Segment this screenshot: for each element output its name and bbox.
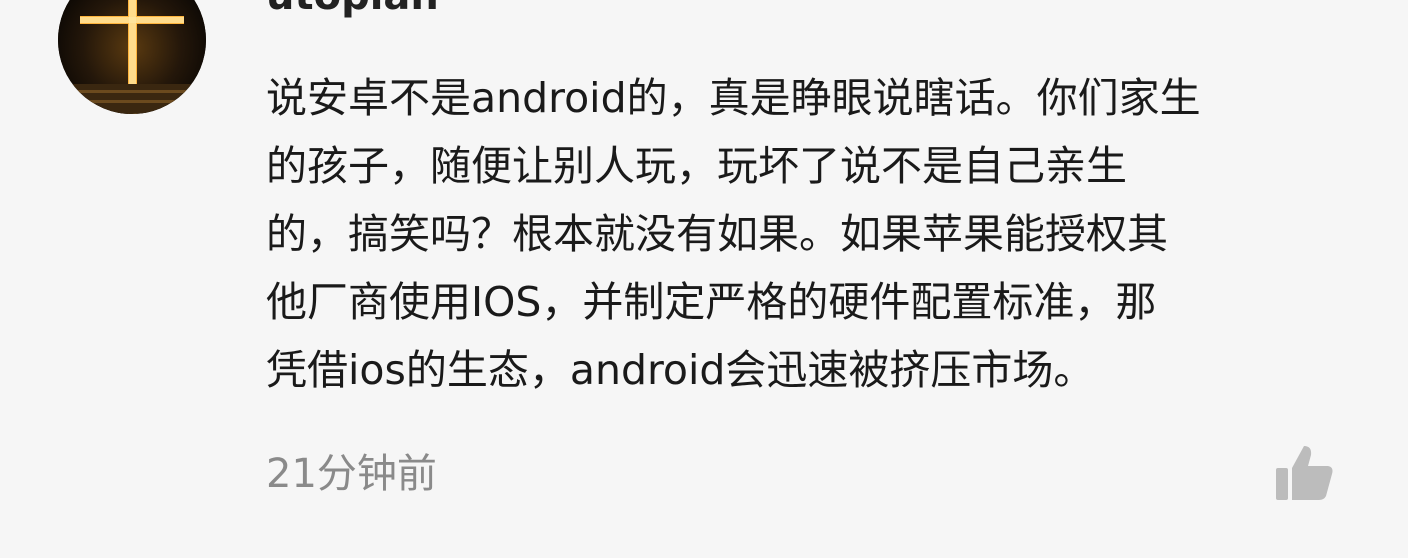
comment-body-line: 的孩子，随便让别人玩，玩坏了说不是自己亲生 [266, 142, 1127, 190]
comment-body-line: 说安卓不是android的，真是睁眼说瞎话。你们家生 [266, 74, 1201, 122]
username[interactable]: utopian [266, 0, 439, 20]
like-button[interactable] [1272, 440, 1336, 504]
avatar[interactable] [58, 0, 206, 114]
comment-body-line: 他厂商使用IOS，并制定严格的硬件配置标准，那 [266, 278, 1157, 326]
timestamp: 21分钟前 [266, 451, 437, 497]
comment-body-line: 的，搞笑吗？根本就没有如果。如果苹果能授权其 [266, 210, 1168, 258]
glowing-cross-avatar-icon [58, 0, 206, 114]
comment-body: 说安卓不是android的，真是睁眼说瞎话。你们家生 的孩子，随便让别人玩，玩坏… [266, 64, 1356, 404]
thumbs-up-icon [1276, 446, 1333, 500]
comment-card: utopian 说安卓不是android的，真是睁眼说瞎话。你们家生 的孩子，随… [0, 0, 1408, 558]
comment-body-line: 凭借ios的生态，android会迅速被挤压市场。 [266, 346, 1095, 394]
